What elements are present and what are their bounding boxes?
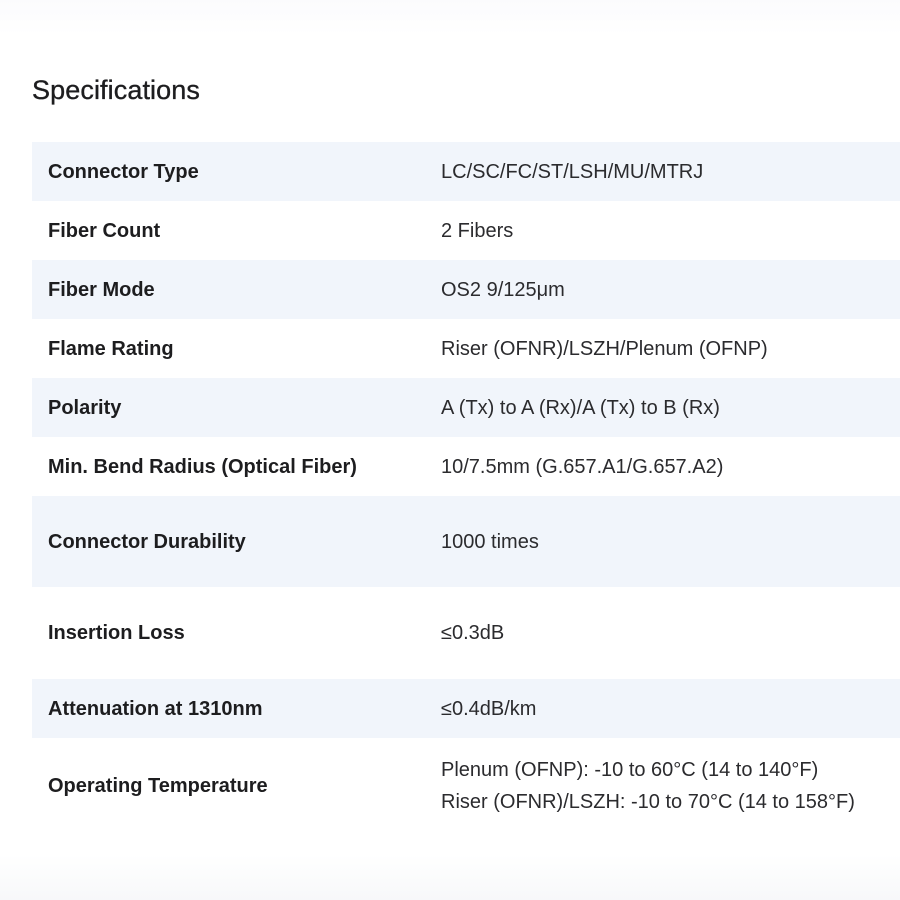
spec-value: 1000 times (441, 530, 539, 553)
spec-label: Insertion Loss (48, 622, 185, 644)
spec-label: Flame Rating (48, 337, 174, 360)
spec-label: Min. Bend Radius (Optical Fiber) (48, 455, 357, 478)
spec-value: A (Tx) to A (Rx)/A (Tx) to B (Rx) (441, 396, 720, 419)
table-row: Attenuation at 1310nm ≤0.4dB/km (32, 679, 900, 738)
spec-value-multiline: Plenum (OFNP): -10 to 60°C (14 to 140°F)… (441, 754, 900, 818)
table-row: Fiber Mode OS2 9/125μm (32, 260, 900, 319)
section-title: Specifications (32, 75, 200, 105)
spec-label: Polarity (48, 396, 122, 419)
table-row: Flame Rating Riser (OFNR)/LSZH/Plenum (O… (32, 319, 900, 378)
spec-value: ≤0.4dB/km (441, 697, 537, 720)
spec-value: LC/SC/FC/ST/LSH/MU/MTRJ (441, 160, 704, 183)
spec-label: Fiber Mode (48, 278, 155, 301)
table-row: Connector Type LC/SC/FC/ST/LSH/MU/MTRJ (32, 142, 900, 201)
specifications-table: Connector Type LC/SC/FC/ST/LSH/MU/MTRJ F… (32, 142, 900, 834)
spec-value-line: Riser (OFNR)/LSZH: -10 to 70°C (14 to 15… (441, 791, 855, 813)
table-row: Polarity A (Tx) to A (Rx)/A (Tx) to B (R… (32, 378, 900, 437)
spec-label: Connector Type (48, 160, 199, 183)
table-row: Operating Temperature Plenum (OFNP): -10… (32, 738, 900, 834)
spec-value: 2 Fibers (441, 219, 514, 242)
table-row: Insertion Loss ≤0.3dB (32, 587, 900, 679)
table-row: Min. Bend Radius (Optical Fiber) 10/7.5m… (32, 437, 900, 496)
spec-value: 10/7.5mm (G.657.A1/G.657.A2) (441, 455, 724, 478)
spec-value: ≤0.3dB (441, 622, 505, 644)
spec-label: Attenuation at 1310nm (48, 697, 263, 720)
product-page: Specifications Connector Type LC/SC/FC/S… (0, 0, 900, 900)
spec-label: Operating Temperature (48, 775, 268, 797)
spec-label: Fiber Count (48, 219, 161, 242)
spec-value-line: Plenum (OFNP): -10 to 60°C (14 to 140°F) (441, 759, 819, 781)
table-row: Connector Durability 1000 times (32, 496, 900, 587)
spec-value: Riser (OFNR)/LSZH/Plenum (OFNP) (441, 337, 768, 360)
spec-label: Connector Durability (48, 530, 246, 553)
spec-value: OS2 9/125μm (441, 278, 565, 301)
table-row: Fiber Count 2 Fibers (32, 201, 900, 260)
